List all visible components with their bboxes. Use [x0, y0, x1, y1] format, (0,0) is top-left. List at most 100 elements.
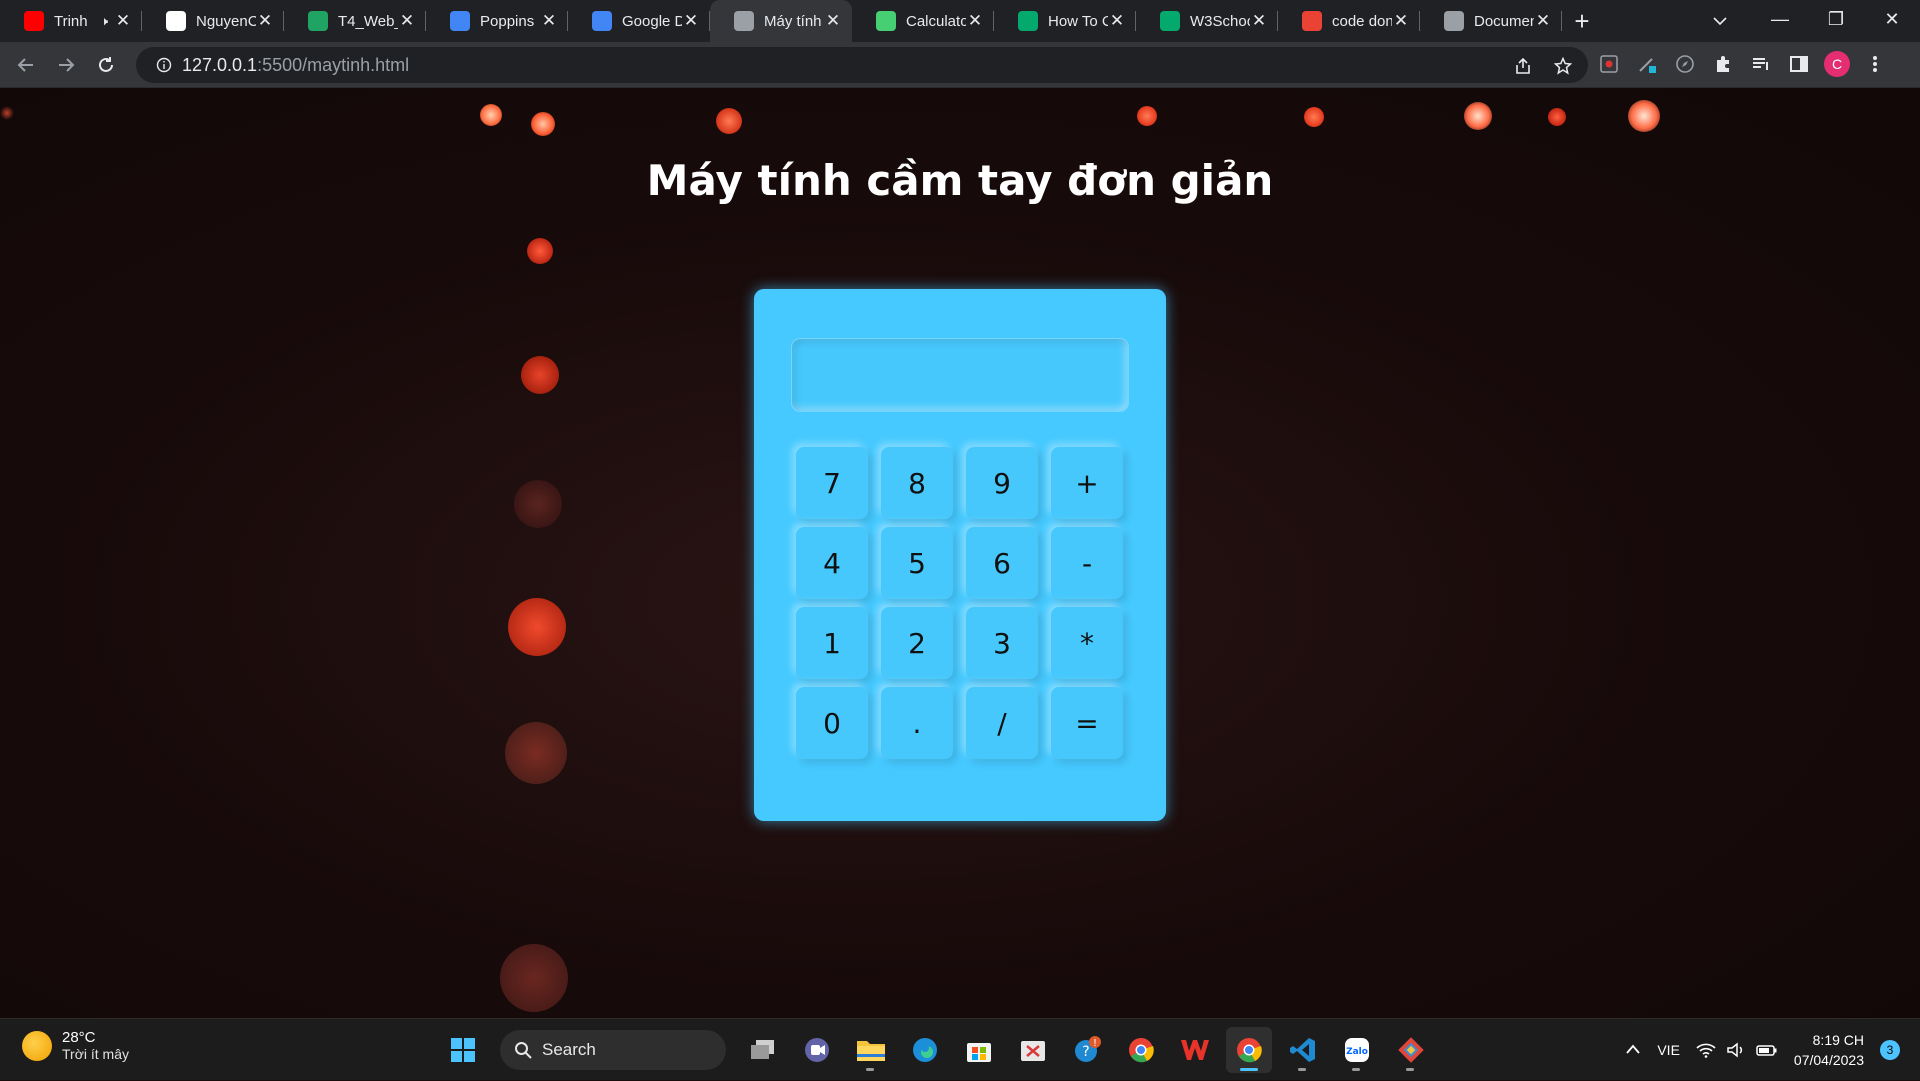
browser-tab[interactable]: Poppins ✕ [426, 0, 568, 42]
chrome-icon[interactable] [1118, 1027, 1164, 1073]
new-tab-button[interactable]: + [1562, 0, 1602, 42]
system-tray: VIE 8:19 CH 07/04/2023 3 [1625, 1019, 1900, 1081]
browser-tab[interactable]: NguyenC ✕ [142, 0, 284, 42]
wps-office-icon[interactable] [1172, 1027, 1218, 1073]
calc-key[interactable]: 2 [881, 607, 953, 679]
close-tab-icon[interactable]: ✕ [1250, 11, 1268, 30]
calc-key[interactable]: / [966, 687, 1038, 759]
close-tab-icon[interactable]: ✕ [966, 11, 984, 30]
bookmark-star-icon[interactable] [1550, 53, 1576, 79]
back-icon[interactable] [6, 45, 46, 85]
calc-key[interactable]: 7 [796, 447, 868, 519]
browser-tab[interactable]: Trinh 🕨 ✕ [0, 0, 142, 42]
tab-title: Trinh [54, 12, 88, 30]
menu-kebab-icon[interactable] [1862, 51, 1888, 77]
google-icon [1302, 11, 1322, 31]
start-windows-icon[interactable] [440, 1027, 486, 1073]
site-info-icon[interactable] [146, 57, 182, 73]
calculator-keypad: 7 8 9 +4 5 6- 1 2 3 * 0. / = [796, 447, 1123, 759]
bokeh-light [527, 238, 553, 264]
browser-tab[interactable]: W3Schoo ✕ [1136, 0, 1278, 42]
browser-tab[interactable]: code don ✕ [1278, 0, 1420, 42]
close-tab-icon[interactable]: ✕ [540, 11, 558, 30]
close-tab-icon[interactable]: ✕ [114, 11, 132, 30]
zalo-icon[interactable]: Zalo [1334, 1027, 1380, 1073]
taskbar-search[interactable]: Search [500, 1030, 726, 1070]
browser-tab[interactable]: Documen ✕ [1420, 0, 1562, 42]
calc-key[interactable]: 1 [796, 607, 868, 679]
taskbar: 28°C Trời ít mây Search ? ! Zalo VIE 8:1… [0, 1018, 1920, 1080]
tab-search-icon[interactable] [1705, 6, 1735, 36]
weather-icon [22, 1030, 52, 1061]
bokeh-light [514, 480, 562, 528]
close-tab-icon[interactable]: ✕ [1534, 11, 1552, 30]
close-window-icon[interactable]: ✕ [1864, 0, 1920, 38]
pen-extension-icon[interactable] [1634, 51, 1660, 77]
calc-key[interactable]: 0 [796, 687, 868, 759]
calc-key[interactable]: * [1051, 607, 1123, 679]
w3schools-icon [1018, 11, 1038, 31]
calc-key[interactable]: 6 [966, 527, 1038, 599]
calculator-display[interactable] [792, 339, 1128, 411]
screen-capture-icon[interactable] [1596, 51, 1622, 77]
close-tab-icon[interactable]: ✕ [1392, 11, 1410, 30]
file-explorer-icon[interactable] [848, 1027, 894, 1073]
task-view-icon[interactable] [740, 1027, 786, 1073]
bokeh-light [531, 112, 555, 136]
calc-key[interactable]: = [1051, 687, 1123, 759]
calc-key[interactable]: 8 [881, 447, 953, 519]
teams-chat-icon[interactable] [794, 1027, 840, 1073]
side-panel-icon[interactable] [1786, 51, 1812, 77]
browser-tab[interactable]: Máy tính ✕ [710, 0, 852, 42]
browser-tab[interactable]: T4_Web_ ✕ [284, 0, 426, 42]
time: 8:19 CH [1812, 1032, 1864, 1048]
notification-badge[interactable]: 3 [1880, 1040, 1900, 1060]
calc-key[interactable]: 9 [966, 447, 1038, 519]
tab-title: Google D [622, 12, 682, 30]
address-bar[interactable]: 127.0.0.1:5500/maytinh.html [136, 47, 1588, 83]
browser-tab[interactable]: Google D ✕ [568, 0, 710, 42]
sheets-icon [308, 11, 328, 31]
vscode-icon[interactable] [1280, 1027, 1326, 1073]
profile-avatar[interactable]: C [1824, 51, 1850, 77]
close-tab-icon[interactable]: ✕ [256, 11, 274, 30]
calc-key[interactable]: 4 [796, 527, 868, 599]
audio-playing-icon[interactable]: 🕨 [100, 14, 108, 29]
close-tab-icon[interactable]: ✕ [824, 11, 842, 30]
compass-extension-icon[interactable] [1672, 51, 1698, 77]
close-tab-icon[interactable]: ✕ [1108, 11, 1126, 30]
media-queue-icon[interactable] [1748, 51, 1774, 77]
browser-tab[interactable]: Calculato ✕ [852, 0, 994, 42]
quick-settings[interactable] [1696, 1042, 1778, 1058]
tab-strip: Trinh 🕨 ✕ NguyenC ✕ T4_Web_ ✕ Poppins ✕ Google D ✕… [0, 0, 1920, 42]
clock[interactable]: 8:19 CH 07/04/2023 [1794, 1030, 1864, 1070]
restore-icon[interactable]: ❐ [1808, 0, 1864, 38]
share-icon[interactable] [1510, 53, 1536, 79]
microsoft-store-icon[interactable] [956, 1027, 1002, 1073]
calc-key[interactable]: . [881, 687, 953, 759]
chrome-active-icon[interactable] [1226, 1027, 1272, 1073]
input-language[interactable]: VIE [1657, 1042, 1680, 1058]
bokeh-light [505, 722, 567, 784]
browser-tab[interactable]: How To C ✕ [994, 0, 1136, 42]
snipping-tool-icon[interactable] [1010, 1027, 1056, 1073]
minimize-icon[interactable]: — [1752, 0, 1808, 38]
show-hidden-icons-chevron-icon[interactable] [1625, 1042, 1641, 1058]
calculator: 7 8 9 +4 5 6- 1 2 3 * 0. / = [754, 289, 1166, 821]
close-tab-icon[interactable]: ✕ [682, 11, 700, 30]
calc-key[interactable]: 5 [881, 527, 953, 599]
extensions-area: C [1596, 51, 1888, 77]
extensions-puzzle-icon[interactable] [1710, 51, 1736, 77]
calc-key[interactable]: + [1051, 447, 1123, 519]
calc-key[interactable]: - [1051, 527, 1123, 599]
tab-title: code don [1332, 12, 1392, 30]
forward-icon[interactable] [46, 45, 86, 85]
reload-icon[interactable] [86, 45, 126, 85]
edge-browser-icon[interactable] [902, 1027, 948, 1073]
weather-widget[interactable]: 28°C Trời ít mây [22, 1029, 129, 1062]
close-tab-icon[interactable]: ✕ [398, 11, 416, 30]
git-tool-icon[interactable] [1388, 1027, 1434, 1073]
bokeh-light [521, 356, 559, 394]
calc-key[interactable]: 3 [966, 607, 1038, 679]
help-tips-icon[interactable]: ?! [1064, 1027, 1110, 1073]
